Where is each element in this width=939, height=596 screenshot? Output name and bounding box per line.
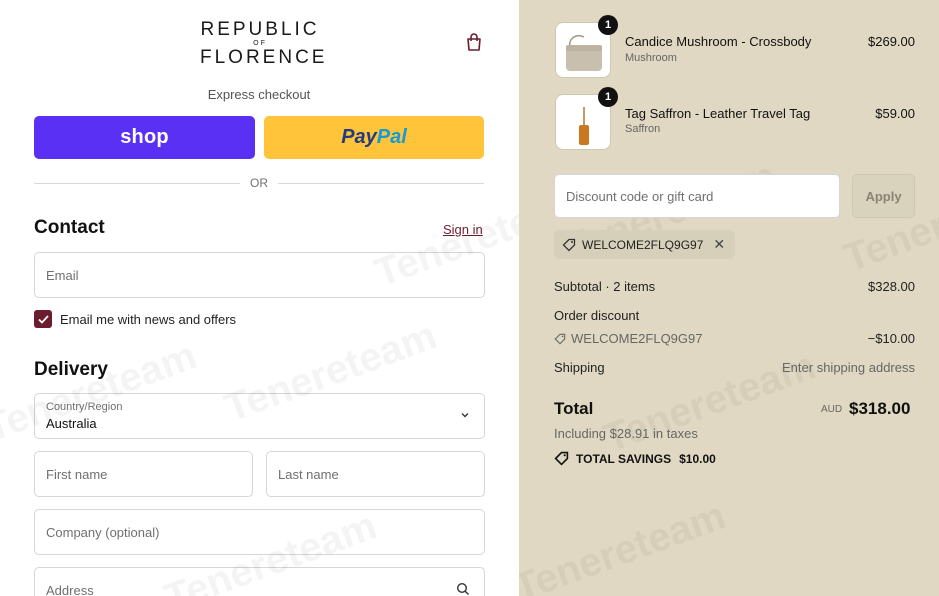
contact-heading: Contact bbox=[34, 217, 105, 238]
discount-placeholder: Discount code or gift card bbox=[566, 189, 714, 204]
brand-logo[interactable]: REPUBLIC OF FLORENCE bbox=[200, 19, 328, 68]
checkmark-icon bbox=[37, 314, 49, 324]
last-name-field[interactable]: Last name bbox=[266, 451, 485, 497]
country-select[interactable]: Country/Region Australia bbox=[34, 393, 485, 439]
tag-icon bbox=[562, 238, 576, 251]
product-price: $269.00 bbox=[868, 34, 915, 49]
order-discount-label: Order discount bbox=[554, 308, 640, 323]
subtotal-value: $328.00 bbox=[868, 279, 915, 294]
or-divider: OR bbox=[34, 175, 484, 191]
product-name: Candice Mushroom - Crossbody bbox=[625, 34, 812, 49]
total-savings-row: TOTAL SAVINGS $10.00 bbox=[554, 451, 716, 466]
taxes-note: Including $28.91 in taxes bbox=[554, 426, 698, 441]
watermark: Tenereteam bbox=[519, 493, 732, 596]
applied-discount-chip: WELCOME2FLQ9G97 ✕ bbox=[554, 230, 736, 259]
shop-pay-button[interactable]: shop bbox=[34, 116, 255, 159]
savings-label: TOTAL SAVINGS bbox=[576, 451, 672, 466]
address-placeholder: Address bbox=[46, 583, 94, 596]
sign-in-link[interactable]: Sign in bbox=[443, 222, 483, 237]
email-field[interactable]: Email bbox=[34, 252, 485, 298]
product-variant: Saffron bbox=[625, 123, 661, 135]
apply-label: Apply bbox=[865, 188, 902, 204]
country-label: Country/Region bbox=[46, 401, 123, 413]
paypal-label-part1: Pay bbox=[341, 126, 377, 148]
express-checkout-label: Express checkout bbox=[207, 87, 311, 102]
paypal-button[interactable]: Pay Pal bbox=[264, 116, 484, 159]
company-placeholder: Company (optional) bbox=[46, 525, 160, 540]
newsletter-checkbox-row[interactable]: Email me with news and offers bbox=[34, 310, 236, 328]
first-name-field[interactable]: First name bbox=[34, 451, 253, 497]
order-summary-panel: Tenereteam Tenereteam Tenereteam Teneret… bbox=[519, 0, 939, 596]
divider-line-right bbox=[278, 182, 484, 184]
logo-line-3: FLORENCE bbox=[200, 47, 328, 68]
discount-code-row: WELCOME2FLQ9G97 bbox=[554, 331, 703, 346]
divider-line-left bbox=[34, 182, 240, 184]
paypal-label-part2: Pal bbox=[376, 126, 407, 148]
shop-pay-label: shop bbox=[120, 126, 169, 148]
apply-discount-button[interactable]: Apply bbox=[852, 174, 915, 218]
tag-icon bbox=[554, 333, 566, 345]
discount-code-text: WELCOME2FLQ9G97 bbox=[571, 331, 703, 346]
email-placeholder: Email bbox=[46, 268, 79, 283]
total-label: Total bbox=[554, 399, 594, 418]
logo-line-2: OF bbox=[253, 40, 267, 47]
shipping-label: Shipping bbox=[554, 360, 605, 375]
currency-code: AUD bbox=[821, 404, 843, 415]
product-name: Tag Saffron - Leather Travel Tag bbox=[625, 106, 811, 121]
remove-discount-icon[interactable]: ✕ bbox=[713, 236, 725, 253]
product-price: $59.00 bbox=[875, 106, 915, 121]
newsletter-checkbox[interactable] bbox=[34, 310, 52, 328]
subtotal-label: Subtotal · 2 items bbox=[554, 279, 656, 294]
last-name-placeholder: Last name bbox=[278, 467, 339, 482]
or-label: OR bbox=[250, 176, 268, 190]
savings-value: $10.00 bbox=[679, 451, 716, 466]
newsletter-label: Email me with news and offers bbox=[60, 311, 237, 327]
quantity-badge: 1 bbox=[598, 15, 618, 35]
discount-code-input[interactable]: Discount code or gift card bbox=[554, 174, 840, 218]
quantity-badge: 1 bbox=[598, 87, 618, 107]
address-field[interactable]: Address bbox=[34, 567, 485, 596]
first-name-placeholder: First name bbox=[46, 467, 108, 482]
country-value: Australia bbox=[46, 416, 97, 431]
applied-code-label: WELCOME2FLQ9G97 bbox=[582, 237, 704, 252]
search-icon bbox=[456, 582, 469, 595]
company-field[interactable]: Company (optional) bbox=[34, 509, 485, 555]
delivery-heading: Delivery bbox=[34, 359, 108, 380]
total-value: $318.00 bbox=[849, 399, 911, 418]
product-variant: Mushroom bbox=[625, 52, 677, 64]
checkout-form-panel: REPUBLIC OF FLORENCE Express checkout sh… bbox=[0, 0, 519, 596]
logo-line-1: REPUBLIC bbox=[200, 19, 320, 40]
tag-icon bbox=[554, 451, 569, 466]
discount-value: −$10.00 bbox=[867, 331, 915, 346]
shipping-value: Enter shipping address bbox=[782, 360, 915, 375]
chevron-down-icon bbox=[461, 413, 469, 418]
shopping-bag-icon[interactable] bbox=[464, 32, 484, 52]
